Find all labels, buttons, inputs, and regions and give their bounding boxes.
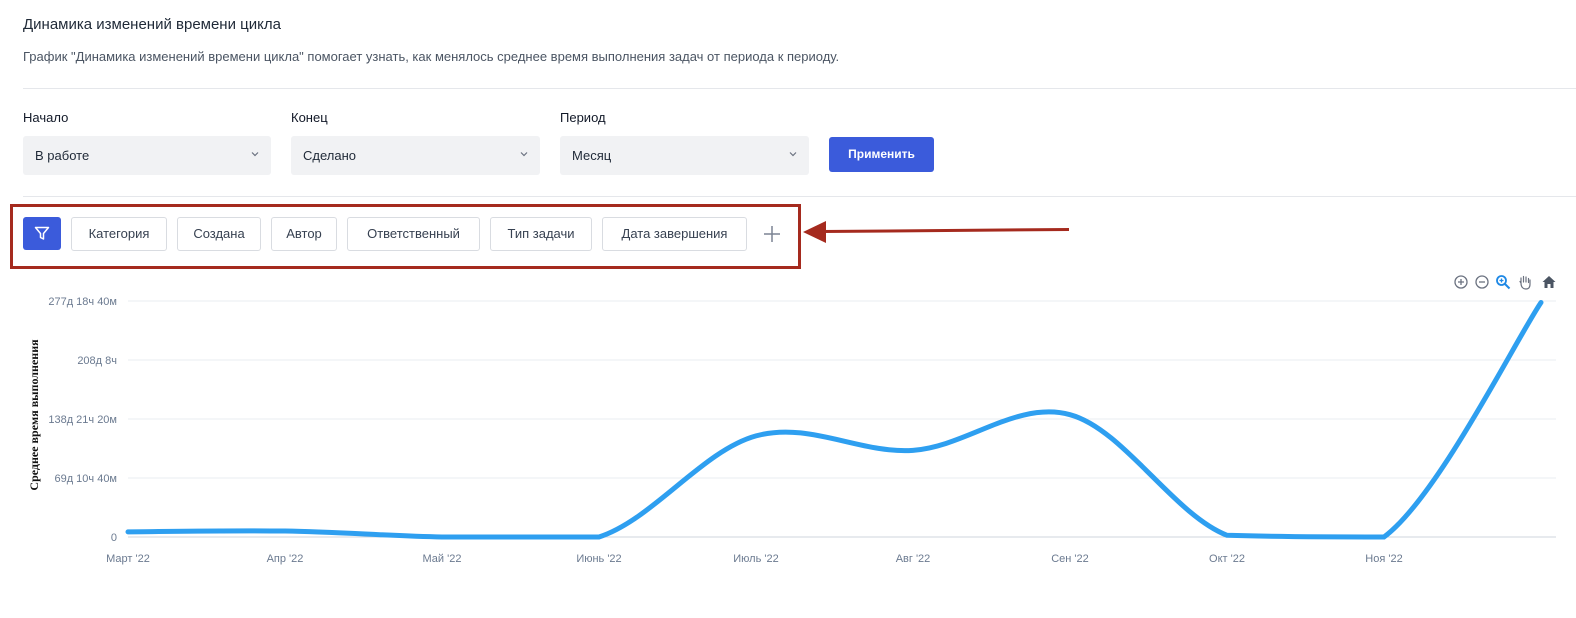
x-tick-label: Май '22	[423, 553, 462, 565]
x-tick-label: Окт '22	[1209, 553, 1245, 565]
y-tick-label: 277д 18ч 40м	[48, 296, 117, 308]
end-label: Конец	[291, 110, 328, 125]
y-axis-ticks: 0 69д 10ч 40м 138д 21ч 20м 208д 8ч 277д 18ч …	[48, 296, 117, 544]
chevron-down-icon	[520, 152, 528, 157]
filter-chip-author[interactable]: Автор	[271, 217, 337, 251]
filter-chip-created[interactable]: Создана	[177, 217, 261, 251]
page-description: График "Динамика изменений времени цикла…	[23, 49, 840, 64]
end-select[interactable]: Сделано	[291, 136, 540, 175]
series-line	[125, 300, 1544, 540]
y-tick-label: 208д 8ч	[77, 355, 117, 367]
y-tick-label: 138д 21ч 20м	[48, 414, 117, 426]
cycle-time-line-chart: 0 69д 10ч 40м 138д 21ч 20м 208д 8ч 277д 18ч …	[27, 296, 1556, 565]
x-tick-label: Июнь '22	[576, 553, 621, 565]
x-tick-label: Ноя '22	[1365, 553, 1402, 565]
x-tick-label: Сен '22	[1051, 553, 1089, 565]
x-tick-label: Апр '22	[267, 553, 304, 565]
filter-chip-task-type[interactable]: Тип задачи	[490, 217, 592, 251]
chevron-down-icon	[251, 152, 259, 157]
x-tick-label: Авг '22	[896, 553, 931, 565]
filter-icon	[34, 226, 50, 240]
filter-chip-assignee[interactable]: Ответственный	[347, 217, 480, 251]
filter-chip-completion-date[interactable]: Дата завершения	[602, 217, 747, 251]
y-tick-label: 0	[111, 532, 117, 544]
y-tick-label: 69д 10ч 40м	[54, 473, 117, 485]
add-filter-icon[interactable]	[762, 224, 782, 244]
period-select[interactable]: Месяц	[560, 136, 809, 175]
x-tick-label: Март '22	[106, 553, 150, 565]
x-axis-ticks: Март '22 Апр '22 Май '22 Июнь '22 Июль '22 Ав…	[106, 553, 1403, 565]
divider	[23, 196, 1576, 197]
start-select-value: В работе	[35, 148, 90, 163]
annotation-arrow	[803, 221, 1070, 243]
x-tick-label: Июль '22	[733, 553, 778, 565]
end-select-value: Сделано	[303, 148, 356, 163]
start-label: Начало	[23, 110, 69, 125]
filter-chip-category[interactable]: Категория	[71, 217, 167, 251]
divider	[23, 88, 1576, 89]
period-select-value: Месяц	[572, 148, 612, 163]
start-select[interactable]: В работе	[23, 136, 271, 175]
chevron-down-icon	[789, 152, 797, 157]
filter-button[interactable]	[23, 217, 61, 250]
page-title: Динамика изменений времени цикла	[23, 16, 281, 33]
apply-button[interactable]: Применить	[829, 137, 934, 172]
chart-grid	[128, 300, 1556, 538]
period-label: Период	[560, 110, 606, 125]
y-axis-title: Среднее время выполнения	[27, 339, 41, 491]
